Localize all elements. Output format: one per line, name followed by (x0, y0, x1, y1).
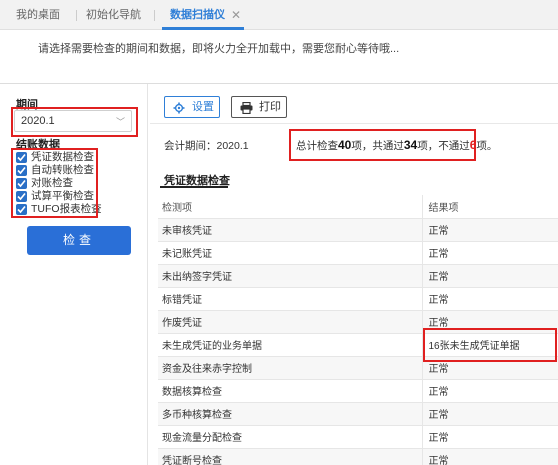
table-row: 标错凭证 正常 (158, 287, 558, 311)
check-result: 正常 (421, 287, 558, 311)
table-header-row: 检测项 结果项 (158, 195, 558, 219)
summary-suffix: 项。 (476, 140, 498, 152)
table-row: 凭证断号检查 正常 (158, 448, 558, 465)
table-row: 未出纳签字凭证 正常 (158, 264, 558, 288)
settings-button-label: 设置 (192, 101, 214, 113)
check-item: 未审核凭证 (158, 218, 422, 242)
check-result: 正常 (421, 402, 558, 426)
check-item: 数据核算检查 (158, 379, 422, 403)
highlight-box-summary (289, 129, 476, 161)
table-row: 未记账凭证 正常 (158, 241, 558, 265)
check-result: 正常 (421, 448, 558, 465)
print-button-label: 打印 (259, 101, 281, 113)
check-item: 作废凭证 (158, 310, 422, 334)
check-result: 正常 (421, 425, 558, 449)
tab-my-desktop[interactable]: 我的桌面 (16, 0, 60, 30)
print-button[interactable]: 打印 (231, 96, 287, 118)
column-header-result: 结果项 (421, 195, 558, 219)
check-item: 未记账凭证 (158, 241, 422, 265)
section-title-underline (160, 186, 228, 188)
gear-icon (173, 101, 185, 121)
table-row: 未审核凭证 正常 (158, 218, 558, 242)
highlight-box-closing-data (11, 148, 98, 218)
check-result: 正常 (421, 241, 558, 265)
check-item: 现金流量分配检查 (158, 425, 422, 449)
close-icon[interactable]: ✕ (231, 0, 241, 30)
active-tab-indicator (162, 27, 244, 30)
tab-data-scanner[interactable]: 数据扫描仪 (170, 0, 225, 30)
check-item: 未生成凭证的业务单据 (158, 333, 422, 357)
tab-separator (154, 10, 155, 21)
column-header-item: 检测项 (158, 195, 422, 219)
table-row: 现金流量分配检查 正常 (158, 425, 558, 449)
notice-text: 请选择需要检查的期间和数据，即将火力全开加载中，需要您耐心等待哦... (38, 43, 400, 55)
check-button[interactable]: 检查 (27, 226, 131, 255)
check-item: 未出纳签字凭证 (158, 264, 422, 288)
divider (150, 123, 558, 124)
tab-init-navigation[interactable]: 初始化导航 (86, 0, 141, 30)
check-item: 凭证断号检查 (158, 448, 422, 465)
accounting-period-text: 会计期间：2020.1 (164, 140, 249, 152)
check-item: 资金及往来赤字控制 (158, 356, 422, 380)
highlight-box-warning (423, 328, 557, 362)
check-item: 标错凭证 (158, 287, 422, 311)
settings-button[interactable]: 设置 (164, 96, 220, 118)
table-row: 多币种核算检查 正常 (158, 402, 558, 426)
check-result: 正常 (421, 218, 558, 242)
check-item: 多币种核算检查 (158, 402, 422, 426)
tab-separator (76, 10, 77, 21)
highlight-box-period (11, 107, 138, 137)
check-result: 正常 (421, 379, 558, 403)
check-result: 正常 (421, 264, 558, 288)
tab-bar: 我的桌面 初始化导航 数据扫描仪 ✕ (0, 0, 558, 30)
printer-icon (240, 101, 253, 121)
table-row: 数据核算检查 正常 (158, 379, 558, 403)
